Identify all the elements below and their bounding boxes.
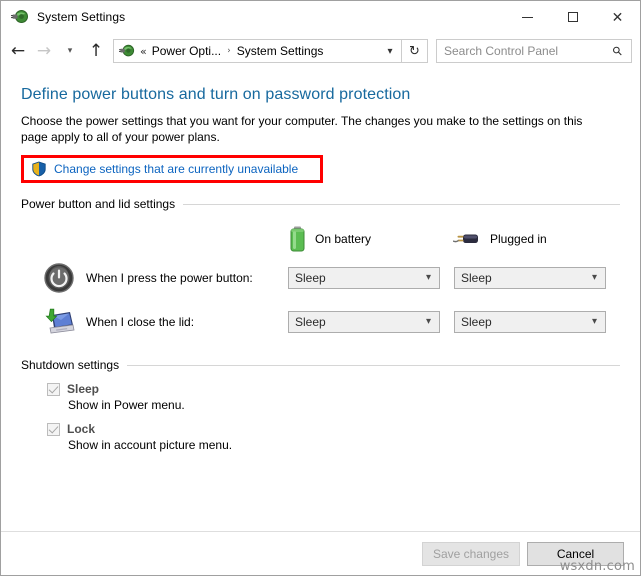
address-bar-chevron-down-icon[interactable]: ▾ [379, 40, 401, 62]
power-button-on-battery-value: Sleep [295, 271, 326, 285]
breadcrumb-separator-icon: › [227, 46, 231, 56]
sleep-checkbox-label: Sleep [67, 382, 100, 396]
window-title: System Settings [37, 10, 126, 24]
maximize-button[interactable] [550, 1, 595, 33]
lock-checkbox-label: Lock [67, 422, 96, 436]
power-button-icon [43, 262, 75, 294]
title-bar: System Settings ✕ [1, 1, 640, 33]
shutdown-settings-heading: Shutdown settings [21, 358, 620, 372]
minimize-button[interactable] [505, 1, 550, 33]
checkbox-row-lock[interactable]: Lock [47, 422, 620, 436]
content-area: Define power buttons and turn on passwor… [1, 86, 640, 554]
lock-checkbox [47, 422, 60, 436]
column-header-on-battery-label: On battery [315, 232, 372, 246]
power-plug-icon [452, 230, 481, 248]
lock-checkbox-description: Show in account picture menu. [68, 438, 233, 452]
close-lid-on-battery-value: Sleep [295, 315, 326, 329]
laptop-lid-icon [43, 306, 75, 338]
close-lid-on-battery-dropdown[interactable]: Sleep ▾ [288, 311, 440, 333]
power-button-on-battery-dropdown[interactable]: Sleep ▾ [288, 267, 440, 289]
setting-row-power-button: When I press the power button: Sleep ▾ S… [21, 258, 620, 298]
uac-shield-icon [31, 161, 47, 177]
column-header-on-battery: On battery [289, 226, 455, 252]
sleep-checkbox-description: Show in Power menu. [68, 398, 185, 412]
power-options-icon [11, 8, 29, 26]
breadcrumb-item-power-options[interactable]: Power Opti... [152, 44, 221, 58]
refresh-icon: ↻ [409, 43, 420, 59]
watermark: wsxdn.com [559, 559, 635, 574]
breadcrumb-overflow[interactable]: « [140, 45, 147, 58]
admin-link-highlight-box: Change settings that are currently unava… [21, 155, 323, 183]
back-arrow-icon[interactable]: ← [5, 38, 31, 64]
section-divider [127, 364, 620, 366]
change-settings-link[interactable]: Change settings that are currently unava… [54, 162, 298, 176]
page-title: Define power buttons and turn on passwor… [21, 86, 411, 103]
setting-row-close-lid: When I close the lid: Sleep ▾ Sleep ▾ [21, 302, 620, 342]
checkbox-row-sleep[interactable]: Sleep [47, 382, 620, 396]
search-input[interactable] [437, 44, 614, 58]
power-lid-settings-heading: Power button and lid settings [21, 197, 620, 211]
chevron-down-icon: ▾ [591, 272, 597, 283]
chevron-down-icon: ▾ [425, 316, 431, 327]
power-button-plugged-in-value: Sleep [461, 271, 492, 285]
power-button-plugged-in-dropdown[interactable]: Sleep ▾ [454, 267, 606, 289]
recent-locations-chevron-icon[interactable]: ▾ [57, 38, 83, 64]
save-changes-button: Save changes [421, 541, 520, 566]
column-headers: On battery Plugged in [21, 224, 620, 254]
close-lid-plugged-in-dropdown[interactable]: Sleep ▾ [454, 311, 606, 333]
column-header-plugged-in: Plugged in [452, 230, 547, 248]
battery-icon [289, 226, 306, 252]
address-bar[interactable]: « Power Opti... › System Settings ▾ [113, 39, 402, 63]
search-box[interactable]: ⚲ [436, 39, 632, 63]
forward-arrow-icon: → [36, 40, 52, 61]
power-button-row-label: When I press the power button: [86, 271, 253, 285]
up-arrow-icon[interactable]: ↑ [83, 38, 109, 64]
chevron-down-icon: ▾ [425, 272, 431, 283]
navigation-bar: ← → ▾ ↑ « Power Opti... › System Setting… [1, 33, 640, 69]
page-description: Choose the power settings that you want … [21, 114, 583, 144]
system-settings-window: System Settings ✕ ← → ▾ ↑ « Power Opti..… [0, 0, 641, 576]
close-lid-plugged-in-value: Sleep [461, 315, 492, 329]
column-header-plugged-in-label: Plugged in [490, 232, 547, 246]
shutdown-settings-label: Shutdown settings [21, 358, 120, 372]
power-options-icon [119, 43, 135, 59]
breadcrumb-item-system-settings[interactable]: System Settings [237, 44, 324, 58]
window-controls: ✕ [505, 1, 640, 33]
power-lid-settings-label: Power button and lid settings [21, 197, 176, 211]
refresh-button[interactable]: ↻ [402, 39, 428, 63]
chevron-down-icon: ▾ [591, 316, 597, 327]
close-button[interactable]: ✕ [595, 1, 640, 33]
footer-bar: Save changes Cancel [1, 531, 640, 575]
section-divider [183, 203, 620, 205]
close-lid-row-label: When I close the lid: [86, 315, 195, 329]
sleep-checkbox [47, 382, 60, 396]
